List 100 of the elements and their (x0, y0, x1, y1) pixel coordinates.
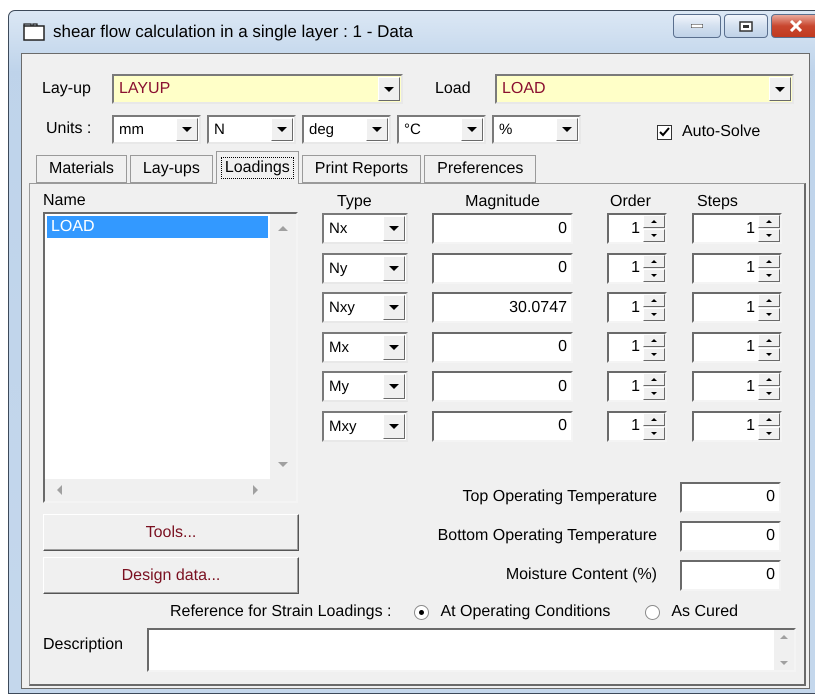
auto-solve-checkbox[interactable] (657, 124, 672, 140)
window-title: shear flow calculation in a single layer : 1 - Data (53, 22, 414, 42)
dropdown-arrow-icon (372, 126, 382, 132)
spin-field[interactable]: 1 (607, 410, 667, 442)
spin-up-icon (766, 260, 772, 263)
spin-up-icon (651, 378, 657, 382)
spin-up-icon (651, 299, 657, 302)
strain-reference-label: Reference for Strain Loadings : (170, 603, 392, 621)
condition-field[interactable]: 0 (680, 560, 781, 591)
condition-label: Top Operating Temperature (462, 488, 657, 506)
column-header: Steps (696, 193, 738, 211)
spin-field[interactable]: 1 (692, 213, 782, 244)
spin-field[interactable]: 1 (607, 371, 667, 402)
column-header: Magnitude (465, 193, 540, 211)
magnitude-field[interactable]: 0 (432, 332, 573, 363)
minimize-button[interactable] (673, 14, 721, 38)
column-header: Type (336, 193, 372, 211)
spin-field[interactable]: 1 (607, 213, 667, 244)
condition-label: Moisture Content (%) (506, 566, 657, 584)
tab[interactable]: Preferences (424, 155, 536, 183)
spin-up-icon (651, 220, 657, 223)
scroll-down-icon (278, 462, 288, 467)
radio-button[interactable] (645, 604, 660, 620)
load-label: Load (435, 80, 472, 98)
dropdown-arrow-icon (389, 384, 399, 390)
units-dropdown[interactable]: % (492, 114, 581, 144)
type-dropdown[interactable]: Nxy (322, 292, 408, 324)
spin-down-icon (766, 432, 772, 435)
maximize-icon (739, 20, 753, 32)
spin-up-icon (766, 299, 772, 302)
units-dropdown[interactable]: °C (397, 114, 486, 144)
tab[interactable]: Lay-ups (130, 155, 213, 183)
radio-button[interactable] (414, 604, 430, 620)
scroll-left-icon (57, 485, 62, 495)
spin-field[interactable]: 1 (607, 252, 667, 284)
spin-field[interactable]: 1 (692, 252, 782, 284)
spin-down-icon (766, 274, 772, 277)
tab[interactable]: Print Reports (302, 155, 422, 183)
dropdown-arrow-icon (384, 86, 394, 92)
magnitude-field[interactable]: 0 (432, 410, 573, 442)
spin-field[interactable]: 1 (692, 371, 782, 402)
units-dropdown[interactable]: mm (112, 114, 201, 144)
spin-field[interactable]: 1 (692, 410, 782, 442)
minimize-icon (691, 24, 703, 28)
layup-label: Lay-up (42, 80, 92, 98)
spin-down-icon (651, 432, 657, 435)
scroll-right-icon (253, 485, 258, 495)
type-dropdown[interactable]: Mx (322, 332, 408, 363)
dropdown-arrow-icon (389, 344, 399, 350)
dropdown-arrow-icon (182, 126, 192, 132)
type-dropdown[interactable]: Mxy (322, 410, 408, 442)
spin-field[interactable]: 1 (692, 332, 782, 363)
dropdown-arrow-icon (467, 126, 477, 132)
magnitude-field[interactable]: 0 (432, 213, 573, 244)
scroll-up-icon (780, 635, 788, 639)
radio-label: At Operating Conditions (440, 603, 610, 621)
condition-field[interactable]: 0 (680, 520, 781, 552)
dropdown-arrow-icon (775, 86, 785, 92)
magnitude-field[interactable]: 30.0747 (432, 292, 573, 324)
tools-button[interactable]: Tools... (43, 514, 299, 551)
type-dropdown[interactable]: Ny (322, 252, 408, 284)
magnitude-field[interactable]: 0 (432, 252, 573, 284)
radio-label: As Cured (671, 603, 738, 621)
spin-field[interactable]: 1 (607, 332, 667, 363)
close-button[interactable] (771, 14, 815, 38)
spin-down-icon (651, 274, 657, 277)
condition-label: Bottom Operating Temperature (438, 527, 657, 546)
units-dropdown[interactable]: N (207, 114, 296, 144)
dropdown-arrow-icon (562, 126, 572, 132)
spin-down-icon (766, 352, 772, 356)
condition-field[interactable]: 0 (680, 482, 781, 513)
spin-field[interactable]: 1 (607, 292, 667, 324)
spin-up-icon (766, 220, 772, 223)
dropdown-arrow-icon (389, 305, 399, 310)
tab[interactable]: Materials (36, 155, 127, 183)
spin-up-icon (651, 338, 657, 342)
description-label: Description (43, 636, 124, 654)
column-header: Order (609, 193, 651, 211)
units-dropdown[interactable]: deg (302, 114, 391, 144)
spin-field[interactable]: 1 (692, 292, 782, 324)
spin-up-icon (766, 378, 772, 382)
close-icon (789, 20, 803, 32)
description-field[interactable] (147, 628, 796, 672)
dropdown-arrow-icon (389, 424, 399, 429)
vertical-scrollbar[interactable] (270, 214, 296, 479)
checkmark-icon (659, 127, 670, 137)
load-dropdown[interactable]: LOAD (495, 74, 794, 104)
spin-down-icon (766, 313, 772, 316)
window-icon (23, 23, 45, 41)
tab[interactable]: Loadings (216, 151, 299, 184)
horizontal-scrollbar[interactable] (45, 479, 270, 501)
layup-dropdown[interactable]: LAYUP (112, 74, 403, 104)
maximize-button[interactable] (724, 14, 768, 38)
auto-solve-label: Auto-Solve (682, 123, 760, 141)
type-dropdown[interactable]: My (322, 371, 408, 402)
vertical-scrollbar[interactable] (774, 630, 794, 670)
type-dropdown[interactable]: Nx (322, 213, 408, 244)
name-label: Name (43, 192, 87, 211)
magnitude-field[interactable]: 0 (432, 371, 573, 402)
design-data-button[interactable]: Design data... (43, 557, 299, 594)
